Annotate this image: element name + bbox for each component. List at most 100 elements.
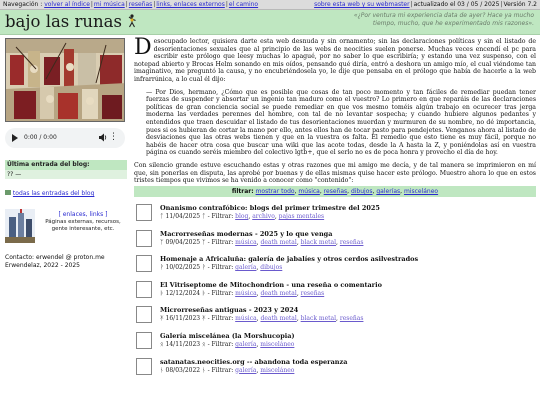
filter-prefix: Filtrar: [211, 366, 234, 374]
post-tag[interactable]: dibujos [260, 264, 282, 271]
post-thumbnail[interactable] [136, 280, 152, 298]
filter-misc[interactable]: misceláneo [404, 188, 438, 195]
rune-icon: ᛉ [160, 238, 164, 246]
filter-prefix: Filtrar: [211, 289, 234, 297]
post-item[interactable]: Homenaje a Africaluña: galería de jabalí… [134, 253, 536, 279]
nav-info: sobre esta web y su webmaster|actualizad… [314, 1, 537, 8]
play-icon[interactable] [12, 134, 18, 142]
filter-galleries[interactable]: galerías [376, 188, 400, 195]
post-tag[interactable]: música [235, 290, 257, 297]
post-title[interactable]: Homenaje a Africaluña: galería de jabalí… [160, 255, 418, 263]
post-thumbnail[interactable] [136, 306, 152, 324]
links-title[interactable]: [ enlaces, links ] [39, 211, 127, 218]
intro-paragraph: D esocupado lector, quisiera darte esta … [134, 37, 536, 84]
post-tag[interactable]: pajas mentales [279, 213, 324, 220]
post-list: Onanismo contrafóbico: blogs del primer … [134, 202, 536, 381]
post-thumbnail[interactable] [136, 357, 152, 375]
all-entries-link[interactable]: todas las entradas del blog [13, 190, 94, 197]
post-meta: ᛏ 11/04/2025 ᛏ - Filtrar: blog, archivo,… [160, 213, 325, 220]
contact-mail: proton.me [73, 254, 105, 261]
nav-link-music[interactable]: mi música [94, 1, 125, 8]
post-title[interactable]: Onanismo contrafóbico: blogs del primer … [160, 204, 380, 212]
post-tag[interactable]: death metal [261, 290, 297, 297]
rune-icon: ᚦ [160, 289, 164, 297]
version-label: Versión 7.2 [503, 1, 537, 8]
main-content: D esocupado lector, quisiera darte esta … [134, 37, 536, 185]
post-tag[interactable]: galería [235, 341, 256, 348]
post-date: 16/11/2023 [165, 315, 201, 323]
filter-prefix: Filtrar: [211, 213, 234, 220]
post-tag[interactable]: galería [235, 264, 256, 271]
post-title[interactable]: Macrorreseñas modernas - 2025 y lo que v… [160, 230, 332, 238]
post-date: 08/03/2022 [165, 366, 201, 374]
contact-info: Contacto: erwendel @ proton.me Erwendela… [5, 254, 127, 270]
post-tag[interactable]: death metal [261, 315, 297, 322]
filter-bar: filtrar: mostrar todo, música, reseñas, … [134, 186, 536, 197]
post-tag[interactable]: misceláneo [260, 341, 294, 348]
post-meta: ᛟ 14/11/2023 ᛟ - Filtrar: galería, misce… [160, 340, 295, 348]
post-tag[interactable]: reseñas [340, 239, 364, 246]
filter-drawings[interactable]: dibujos [351, 188, 373, 195]
audio-player[interactable]: 0:00 / 0:00 ⋮ [5, 128, 125, 148]
rune-icon: ᛏ [202, 213, 206, 220]
post-item[interactable]: Macrorreseñas modernas - 2025 y lo que v… [134, 228, 536, 254]
post-thumbnail[interactable] [136, 331, 152, 349]
post-meta: ᚾ 08/03/2022 ᚾ - Filtrar: galería, misce… [160, 366, 295, 374]
intro-text: esocupado lector, quisiera darte esta we… [134, 38, 536, 83]
post-tag[interactable]: death metal [261, 239, 297, 246]
post-title[interactable]: Microrreseñas antiguas - 2023 y 2024 [160, 306, 298, 314]
post-meta: ᛡ 16/11/2023 ᛡ - Filtrar: música, death … [160, 315, 364, 323]
post-tag[interactable]: reseñas [301, 290, 325, 297]
post-tag[interactable]: blog [235, 213, 248, 220]
updated-date: actualizado el 03 / 05 / 2025 [413, 1, 500, 8]
latest-entry-value: ?? — [5, 170, 127, 179]
filter-prefix: Filtrar: [211, 315, 234, 323]
copyright: Erwendelaz, 2022 - 2025 [5, 262, 80, 269]
rune-icon: ᚾ [202, 366, 206, 374]
rune-icon: ᛟ [202, 340, 206, 348]
nav-link-about[interactable]: sobre esta web y su webmaster [314, 1, 409, 8]
post-tag[interactable]: misceláneo [260, 367, 294, 374]
post-tag[interactable]: black metal [301, 315, 336, 322]
post-thumbnail[interactable] [136, 255, 152, 273]
grid-icon [5, 190, 11, 195]
sidebar: 0:00 / 0:00 ⋮ Última entrada del blog: ?… [5, 38, 127, 270]
castle-image [5, 209, 35, 243]
site-title[interactable]: bajo las runas [5, 12, 137, 31]
post-meta: ᚦ 12/12/2024 ᚦ - Filtrar: música, death … [160, 289, 325, 297]
post-tag[interactable]: música [235, 239, 257, 246]
post-title[interactable]: El Vitriseptome de Mitochondrion - una r… [160, 281, 382, 289]
post-title[interactable]: satanatas.neocities.org -- abandona toda… [160, 358, 347, 366]
post-tag[interactable]: black metal [301, 239, 336, 246]
post-tag[interactable]: música [235, 315, 257, 322]
filter-prefix: Filtrar: [211, 340, 234, 348]
nav-link-reviews[interactable]: reseñas [129, 1, 152, 8]
external-links-box[interactable]: [ enlaces, links ] Páginas externas, rec… [5, 209, 127, 243]
post-date: 11/04/2025 [165, 213, 201, 220]
filter-music[interactable]: música [298, 188, 319, 195]
post-tag[interactable]: reseñas [340, 315, 364, 322]
post-thumbnail[interactable] [136, 229, 152, 247]
rune-icon: ᛡ [160, 315, 164, 323]
contact-label: Contacto: erwendel [5, 254, 64, 261]
post-thumbnail[interactable] [136, 204, 152, 221]
post-item[interactable]: Onanismo contrafóbico: blogs del primer … [134, 202, 536, 228]
nav-link-el-camino[interactable]: el camino [229, 1, 258, 8]
nav-link-index[interactable]: volver al índice [44, 1, 90, 8]
nav-link-external-links[interactable]: links, enlaces externos [156, 1, 225, 8]
volume-icon[interactable] [99, 133, 107, 142]
dancing-figure-icon [128, 14, 136, 28]
more-options-icon[interactable]: ⋮ [109, 131, 118, 143]
post-item[interactable]: satanatas.neocities.org -- abandona toda… [134, 356, 536, 382]
post-item[interactable]: Galería miscelánea (la Morshucopia) ᛟ 14… [134, 330, 536, 356]
header-tagline: «¿Por ventura mi experiencia data de aye… [353, 12, 534, 27]
filter-reviews[interactable]: reseñas [324, 188, 347, 195]
post-date: 10/02/2025 [165, 264, 201, 272]
rune-icon: ᚾ [160, 366, 164, 374]
post-title[interactable]: Galería miscelánea (la Morshucopia) [160, 332, 295, 340]
filter-show-all[interactable]: mostrar todo [256, 188, 295, 195]
post-tag[interactable]: archivo [252, 213, 275, 220]
post-item[interactable]: El Vitriseptome de Mitochondrion - una r… [134, 279, 536, 305]
post-item[interactable]: Microrreseñas antiguas - 2023 y 2024 ᛡ 1… [134, 304, 536, 330]
post-tag[interactable]: galería [235, 367, 256, 374]
